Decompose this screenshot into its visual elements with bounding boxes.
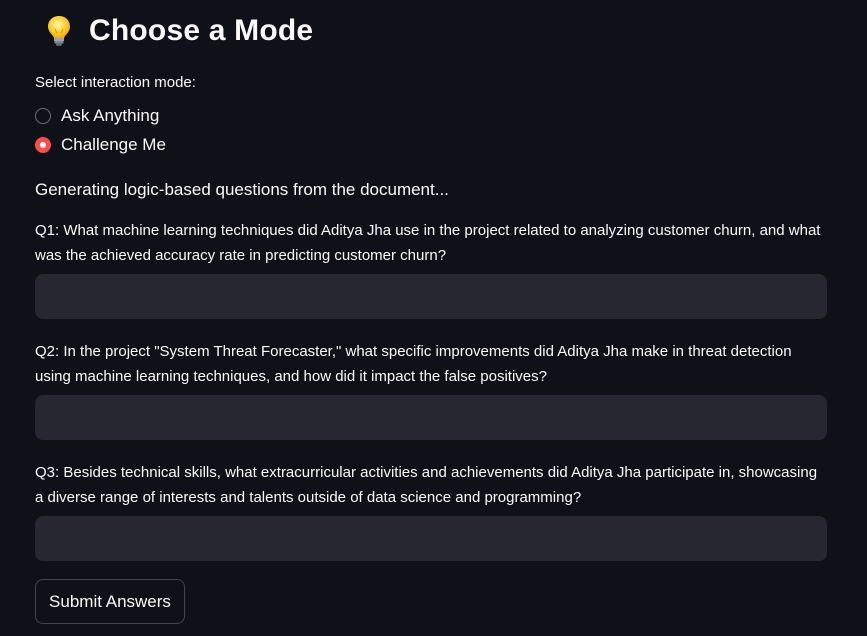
mode-select-label: Select interaction mode: — [35, 74, 196, 91]
answer-input-1[interactable] — [35, 274, 827, 319]
page-header: Choose a Mode — [35, 0, 827, 62]
status-text: Generating logic-based questions from th… — [35, 180, 449, 199]
answer-input-3[interactable] — [35, 516, 827, 561]
question-block-2: Q2: In the project "System Threat Foreca… — [35, 339, 827, 440]
radio-ask-anything[interactable]: Ask Anything — [35, 101, 827, 130]
mode-radio-group: Ask Anything Challenge Me — [35, 101, 827, 159]
radio-button-unchecked[interactable] — [35, 107, 51, 124]
question-label-1: Q1: What machine learning techniques did… — [35, 222, 821, 264]
main-content: Choose a Mode Select interaction mode: A… — [0, 0, 867, 636]
lightbulb-icon — [39, 13, 79, 49]
radio-label-challenge-me: Challenge Me — [61, 134, 166, 154]
radio-challenge-me[interactable]: Challenge Me — [35, 130, 827, 159]
question-block-3: Q3: Besides technical skills, what extra… — [35, 460, 827, 561]
question-label-2: Q2: In the project "System Threat Foreca… — [35, 343, 792, 385]
page-title: Choose a Mode — [89, 14, 314, 47]
submit-answers-button[interactable]: Submit Answers — [35, 579, 185, 624]
radio-button-checked[interactable] — [35, 136, 51, 153]
answer-input-2[interactable] — [35, 395, 827, 440]
question-block-1: Q1: What machine learning techniques did… — [35, 218, 827, 319]
question-label-3: Q3: Besides technical skills, what extra… — [35, 464, 818, 506]
radio-label-ask-anything: Ask Anything — [61, 105, 160, 125]
